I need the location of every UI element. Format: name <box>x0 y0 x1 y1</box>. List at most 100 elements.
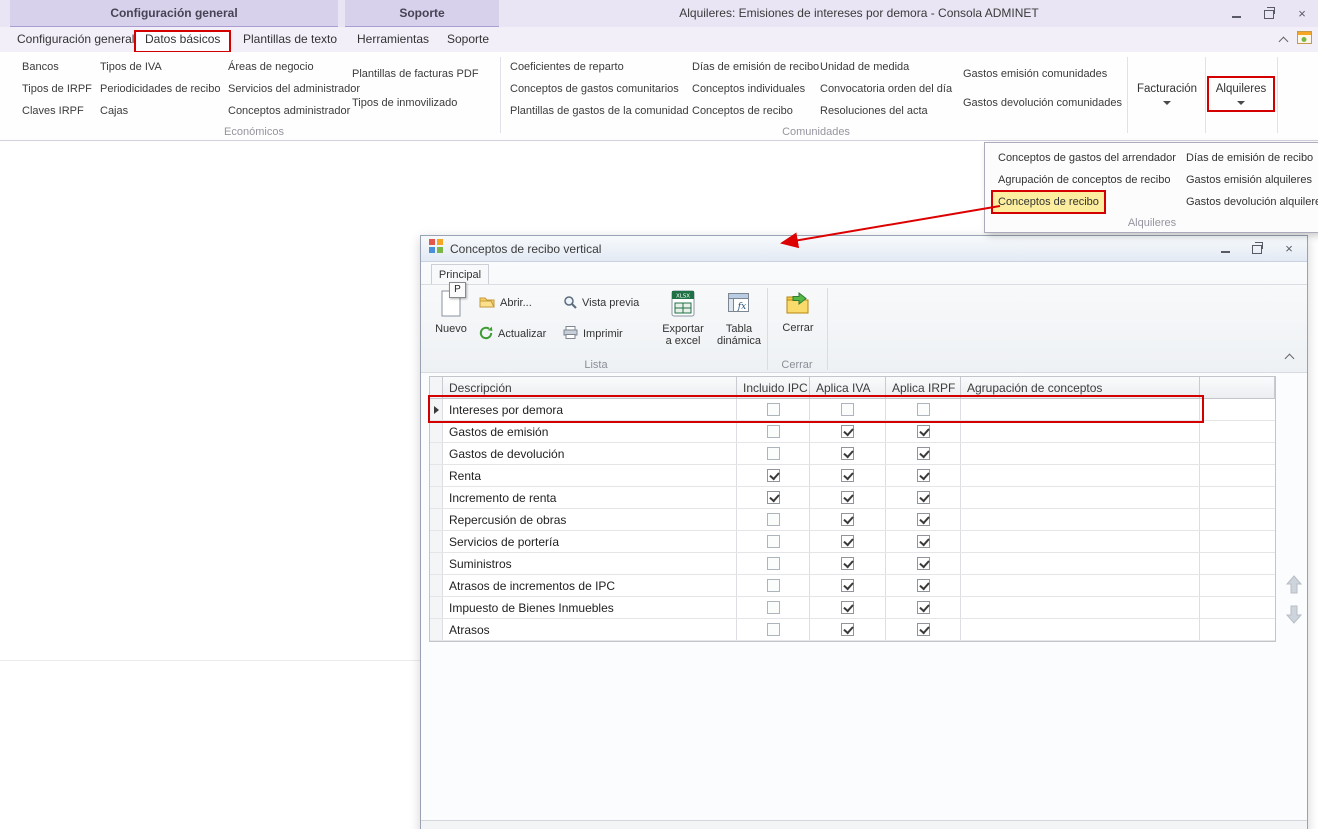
checkbox-incluido-ipc[interactable] <box>767 579 780 592</box>
checkbox-aplica-iva[interactable] <box>841 557 854 570</box>
checkbox-aplica-irpf[interactable] <box>917 623 930 636</box>
checkbox-aplica-irpf[interactable] <box>917 425 930 438</box>
checkbox-aplica-irpf[interactable] <box>917 535 930 548</box>
grid-row[interactable]: Gastos de devolución <box>430 443 1275 465</box>
checkbox-aplica-irpf[interactable] <box>917 469 930 482</box>
tab-configuracion-general[interactable]: Configuración general <box>8 30 143 49</box>
ribbon-options-icon[interactable] <box>1297 31 1312 49</box>
checkbox-incluido-ipc[interactable] <box>767 425 780 438</box>
cerrar-button[interactable]: Cerrar <box>773 290 823 354</box>
checkbox-aplica-iva[interactable] <box>841 535 854 548</box>
ribbon-item-coeficientes-de-reparto[interactable]: Coeficientes de reparto <box>510 56 689 78</box>
checkbox-incluido-ipc[interactable] <box>767 403 780 416</box>
checkbox-incluido-ipc[interactable] <box>767 513 780 526</box>
facturacion-dropdown-button[interactable]: Facturación <box>1131 55 1203 133</box>
ribbon-item-resoluciones-del-acta[interactable]: Resoluciones del acta <box>820 100 952 122</box>
grid-row[interactable]: Renta <box>430 465 1275 487</box>
grid-row[interactable]: Servicios de portería <box>430 531 1275 553</box>
move-down-button[interactable] <box>1283 602 1305 626</box>
menu-item-agrupacion-de-conceptos-de-recibo[interactable]: Agrupación de conceptos de recibo <box>993 170 1175 190</box>
checkbox-aplica-iva[interactable] <box>841 425 854 438</box>
ribbon-item-gastos-emision-comunidades[interactable]: Gastos emisión comunidades <box>963 63 1122 85</box>
ribbon-item-claves-irpf[interactable]: Claves IRPF <box>22 100 92 122</box>
grid-row[interactable]: Gastos de emisión <box>430 421 1275 443</box>
checkbox-aplica-iva[interactable] <box>841 491 854 504</box>
tab-soporte[interactable]: Soporte <box>438 30 498 49</box>
checkbox-aplica-irpf[interactable] <box>917 557 930 570</box>
tab-datos-basicos[interactable]: Datos básicos <box>134 30 231 53</box>
ribbon-item-conceptos-de-recibo[interactable]: Conceptos de recibo <box>692 100 819 122</box>
checkbox-aplica-irpf[interactable] <box>917 579 930 592</box>
ribbon-item-plantillas-de-facturas-pdf[interactable]: Plantillas de facturas PDF <box>352 63 479 85</box>
child-titlebar[interactable]: Conceptos de recibo vertical × <box>421 236 1307 262</box>
checkbox-aplica-iva[interactable] <box>841 403 854 416</box>
checkbox-aplica-irpf[interactable] <box>917 403 930 416</box>
tab-herramientas[interactable]: Herramientas <box>348 30 438 49</box>
actualizar-button[interactable]: Actualizar <box>479 323 546 345</box>
checkbox-aplica-iva[interactable] <box>841 623 854 636</box>
grid-row[interactable]: Repercusión de obras <box>430 509 1275 531</box>
ribbon-item-conceptos-individuales[interactable]: Conceptos individuales <box>692 78 819 100</box>
grid-row[interactable]: Suministros <box>430 553 1275 575</box>
alquileres-dropdown-button[interactable]: Alquileres <box>1206 55 1276 133</box>
ribbon-item-conceptos-de-gastos-comunitarios[interactable]: Conceptos de gastos comunitarios <box>510 78 689 100</box>
contextual-group-configuracion-general[interactable]: Configuración general <box>10 0 338 27</box>
ribbon-item-periodicidades-de-recibo[interactable]: Periodicidades de recibo <box>100 78 220 100</box>
ribbon-item-areas-de-negocio[interactable]: Áreas de negocio <box>228 56 360 78</box>
ribbon-item-cajas[interactable]: Cajas <box>100 100 220 122</box>
grid-row[interactable]: Incremento de renta <box>430 487 1275 509</box>
minimize-icon[interactable] <box>1215 240 1235 258</box>
ribbon-item-plantillas-de-gastos-de-la-comunidad[interactable]: Plantillas de gastos de la comunidad <box>510 100 689 122</box>
checkbox-aplica-iva[interactable] <box>841 447 854 460</box>
menu-item-gastos-devolucion-alquileres[interactable]: Gastos devolución alquileres <box>1181 192 1318 212</box>
checkbox-incluido-ipc[interactable] <box>767 469 780 482</box>
imprimir-button[interactable]: Imprimir <box>563 323 623 345</box>
grid-row[interactable]: Atrasos <box>430 619 1275 641</box>
checkbox-aplica-irpf[interactable] <box>917 601 930 614</box>
checkbox-aplica-irpf[interactable] <box>917 447 930 460</box>
ribbon-item-tipos-de-iva[interactable]: Tipos de IVA <box>100 56 220 78</box>
checkbox-aplica-iva[interactable] <box>841 579 854 592</box>
abrir-button[interactable]: Abrir... <box>479 292 532 314</box>
move-up-button[interactable] <box>1283 572 1305 596</box>
ribbon-item-gastos-devolucion-comunidades[interactable]: Gastos devolución comunidades <box>963 92 1122 114</box>
restore-icon[interactable] <box>1247 240 1267 258</box>
tab-principal[interactable]: Principal <box>431 264 489 284</box>
collapse-ribbon-icon[interactable] <box>1275 33 1291 47</box>
checkbox-incluido-ipc[interactable] <box>767 535 780 548</box>
ribbon-item-tipos-de-inmovilizado[interactable]: Tipos de inmovilizado <box>352 92 479 114</box>
grid-header-agrupacion[interactable]: Agrupación de conceptos <box>961 377 1200 398</box>
close-icon[interactable]: × <box>1292 4 1312 22</box>
minimize-icon[interactable] <box>1226 4 1246 22</box>
tabla-dinamica-button[interactable]: fx Tabla dinámica <box>713 290 765 354</box>
ribbon-item-servicios-del-administrador[interactable]: Servicios del administrador <box>228 78 360 100</box>
checkbox-aplica-iva[interactable] <box>841 469 854 482</box>
menu-item-gastos-emision-alquileres[interactable]: Gastos emisión alquileres <box>1181 170 1317 190</box>
ribbon-item-tipos-de-irpf[interactable]: Tipos de IRPF <box>22 78 92 100</box>
checkbox-incluido-ipc[interactable] <box>767 447 780 460</box>
grid-row[interactable]: Atrasos de incrementos de IPC <box>430 575 1275 597</box>
tab-plantillas-de-texto[interactable]: Plantillas de texto <box>234 30 346 49</box>
menu-item-dias-de-emision-de-recibo[interactable]: Días de emisión de recibo <box>1181 148 1318 168</box>
ribbon-item-bancos[interactable]: Bancos <box>22 56 92 78</box>
grid-row[interactable]: Impuesto de Bienes Inmuebles <box>430 597 1275 619</box>
nuevo-button[interactable]: Nuevo <box>429 290 473 354</box>
checkbox-aplica-iva[interactable] <box>841 601 854 614</box>
exportar-excel-button[interactable]: XLSX Exportar a excel <box>657 290 709 354</box>
grid-header-descripcion[interactable]: Descripción <box>443 377 737 398</box>
menu-item-conceptos-de-recibo[interactable]: Conceptos de recibo <box>993 192 1104 212</box>
contextual-group-soporte[interactable]: Soporte <box>345 0 499 27</box>
grid-row[interactable]: Intereses por demora <box>430 399 1275 421</box>
grid-header-incluido-ipc[interactable]: Incluido IPC <box>737 377 810 398</box>
checkbox-incluido-ipc[interactable] <box>767 491 780 504</box>
ribbon-item-conceptos-administrador[interactable]: Conceptos administrador <box>228 100 360 122</box>
restore-icon[interactable] <box>1259 4 1279 22</box>
checkbox-incluido-ipc[interactable] <box>767 623 780 636</box>
checkbox-incluido-ipc[interactable] <box>767 557 780 570</box>
ribbon-item-convocatoria-orden-del-dia[interactable]: Convocatoria orden del día <box>820 78 952 100</box>
checkbox-aplica-iva[interactable] <box>841 513 854 526</box>
checkbox-incluido-ipc[interactable] <box>767 601 780 614</box>
grid-header-aplica-irpf[interactable]: Aplica IRPF <box>886 377 961 398</box>
vista-previa-button[interactable]: Vista previa <box>563 292 639 314</box>
close-icon[interactable]: × <box>1279 240 1299 258</box>
